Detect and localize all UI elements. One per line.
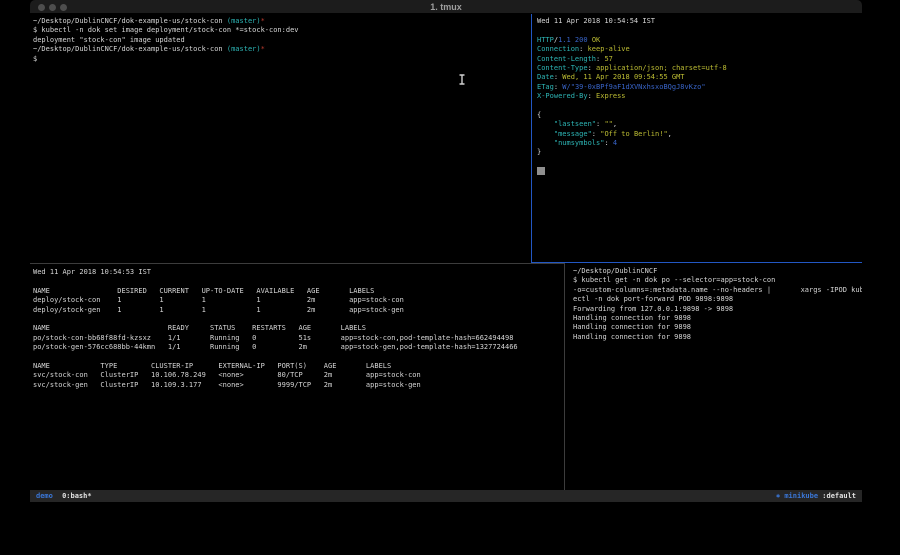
terminal-line: "numsymbols": 4 bbox=[537, 139, 862, 148]
terminal-line: ~/Desktop/DublinCNCF/dok-example-us/stoc… bbox=[33, 45, 531, 54]
terminal-line: svc/stock-con ClusterIP 10.106.78.249 <n… bbox=[33, 371, 564, 380]
terminal-line: Connection: keep-alive bbox=[537, 45, 862, 54]
terminal-line bbox=[537, 102, 862, 111]
terminal-line bbox=[33, 315, 564, 324]
terminal-line: NAME DESIRED CURRENT UP-TO-DATE AVAILABL… bbox=[33, 287, 564, 296]
terminal-line: $ kubectl -n dok set image deployment/st… bbox=[33, 26, 531, 35]
terminal-line: Date: Wed, 11 Apr 2018 09:54:55 GMT bbox=[537, 73, 862, 82]
terminal-line: po/stock-gen-576cc688bb-44kmn 1/1 Runnin… bbox=[33, 343, 564, 352]
terminal-line: ~/Desktop/DublinCNCF bbox=[573, 267, 862, 276]
terminal-line: Handling connection for 9898 bbox=[573, 323, 862, 332]
terminal-line: Handling connection for 9898 bbox=[573, 314, 862, 323]
terminal-line: ~/Desktop/DublinCNCF/dok-example-us/stoc… bbox=[33, 17, 531, 26]
terminal-line: Wed 11 Apr 2018 10:54:54 IST bbox=[537, 17, 862, 26]
pane-kubectl-get-watch[interactable]: Wed 11 Apr 2018 10:54:53 IST NAME DESIRED… bbox=[30, 263, 564, 490]
ibeam-mouse-cursor bbox=[458, 74, 466, 85]
tmux-terminal: ~/Desktop/DublinCNCF/dok-example-us/stoc… bbox=[30, 14, 862, 490]
terminal-line bbox=[537, 167, 862, 176]
terminal-line: po/stock-con-bb68f88fd-kzsxz 1/1 Running… bbox=[33, 334, 564, 343]
terminal-line: deploy/stock-con 1 1 1 1 2m app=stock-co… bbox=[33, 296, 564, 305]
pane-http-response-active[interactable]: Wed 11 Apr 2018 10:54:54 IST HTTP/1.1 200… bbox=[531, 14, 862, 263]
desktop-background: 1. tmux ~/Desktop/DublinCNCF/dok-example… bbox=[0, 0, 900, 555]
tmux-window-tab[interactable]: 0:bash* bbox=[62, 492, 92, 500]
kube-context-label: minikube bbox=[784, 492, 818, 500]
terminal-line: $ kubectl get -n dok po --selector=app=s… bbox=[573, 276, 862, 285]
terminal-line: } bbox=[537, 148, 862, 157]
terminal-line: "message": "Off to Berlin!", bbox=[537, 130, 862, 139]
terminal-line: HTTP/1.1 200 OK bbox=[537, 36, 862, 45]
window-title: 1. tmux bbox=[30, 2, 862, 12]
terminal-line: Handling connection for 9898 bbox=[573, 333, 862, 342]
terminal-line: Content-Length: 57 bbox=[537, 55, 862, 64]
terminal-line: NAME TYPE CLUSTER-IP EXTERNAL-IP PORT(S)… bbox=[33, 362, 564, 371]
pane-shell-kubectl-set-image[interactable]: ~/Desktop/DublinCNCF/dok-example-us/stoc… bbox=[30, 14, 531, 263]
terminal-line bbox=[537, 158, 862, 167]
terminal-line: Wed 11 Apr 2018 10:54:53 IST bbox=[33, 268, 564, 277]
terminal-line bbox=[33, 353, 564, 362]
terminal-line: ETag: W/"39-0xBPf9aF1dXVNxhsxoBQgJ8vKzo" bbox=[537, 83, 862, 92]
terminal-line: $ bbox=[33, 55, 531, 64]
terminal-line: X-Powered-By: Express bbox=[537, 92, 862, 101]
terminal-line: ectl -n dok port-forward POD 9898:9898 bbox=[573, 295, 862, 304]
terminal-line: deploy/stock-gen 1 1 1 1 2m app=stock-ge… bbox=[33, 306, 564, 315]
terminal-line bbox=[33, 277, 564, 286]
terminal-line: Forwarding from 127.0.0.1:9898 -> 9898 bbox=[573, 305, 862, 314]
window-titlebar[interactable]: 1. tmux bbox=[30, 0, 862, 14]
terminal-line: { bbox=[537, 111, 862, 120]
tmux-status-bar: demo 0:bash* ⎈ minikube :default bbox=[30, 490, 862, 502]
tmux-session-name[interactable]: demo bbox=[36, 492, 53, 500]
terminal-line bbox=[537, 26, 862, 35]
status-right: ⎈ minikube :default bbox=[776, 490, 856, 502]
terminal-line: -o=custom-columns=:metadata.name --no-he… bbox=[573, 286, 862, 295]
terminal-line: svc/stock-gen ClusterIP 10.109.3.177 <no… bbox=[33, 381, 564, 390]
status-left: demo 0:bash* bbox=[36, 490, 92, 502]
pane-port-forward-log[interactable]: ~/Desktop/DublinCNCF$ kubectl get -n dok… bbox=[564, 263, 862, 490]
terminal-window: 1. tmux ~/Desktop/DublinCNCF/dok-example… bbox=[30, 0, 862, 502]
terminal-line: Content-Type: application/json; charset=… bbox=[537, 64, 862, 73]
terminal-line: NAME READY STATUS RESTARTS AGE LABELS bbox=[33, 324, 564, 333]
terminal-line: "lastseen": "", bbox=[537, 120, 862, 129]
terminal-line: deployment "stock-con" image updated bbox=[33, 36, 531, 45]
kube-namespace-label: :default bbox=[822, 492, 856, 500]
